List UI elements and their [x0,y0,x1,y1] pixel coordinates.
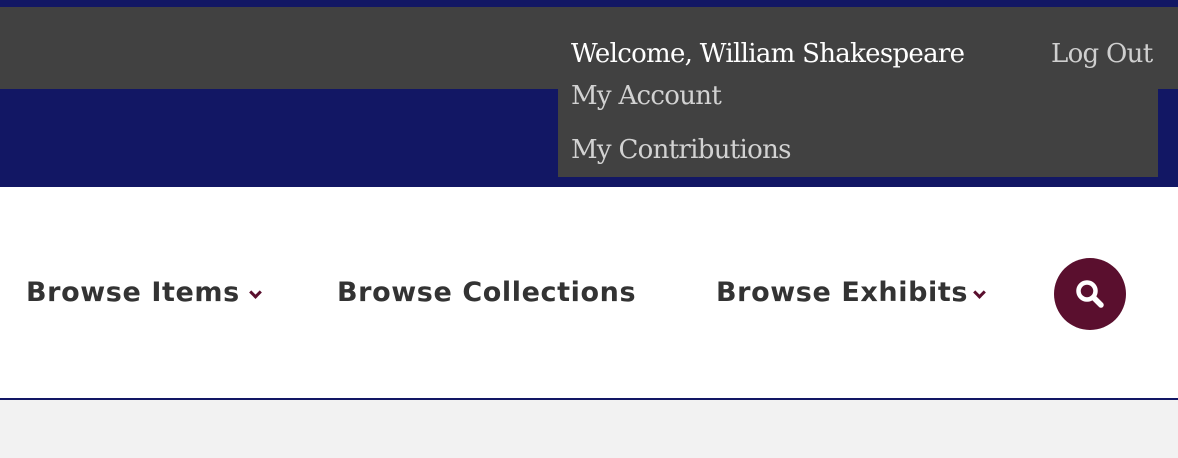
my-account-link[interactable]: My Account [571,78,722,114]
nav-browse-items-label: Browse Items [26,277,240,308]
main-navigation: Browse Items Browse Collections Browse E… [0,187,1178,400]
search-button[interactable] [1054,258,1126,330]
user-menu-dropdown: My Account My Contributions [558,81,1158,177]
nav-browse-items[interactable]: Browse Items [26,275,262,311]
logout-link[interactable]: Log Out [1051,36,1153,72]
search-icon [1076,280,1104,308]
welcome-message: Welcome, William Shakespeare [571,39,965,69]
my-contributions-link[interactable]: My Contributions [571,132,791,168]
user-bar: Welcome, William Shakespeare Log Out [0,7,1178,89]
chevron-down-icon[interactable] [973,286,986,299]
nav-browse-exhibits-label: Browse Exhibits [716,277,969,308]
nav-browse-collections-label: Browse Collections [337,277,637,308]
nav-browse-exhibits[interactable]: Browse Exhibits [716,275,986,311]
nav-browse-collections[interactable]: Browse Collections [337,275,636,311]
chevron-down-icon[interactable] [249,286,262,299]
